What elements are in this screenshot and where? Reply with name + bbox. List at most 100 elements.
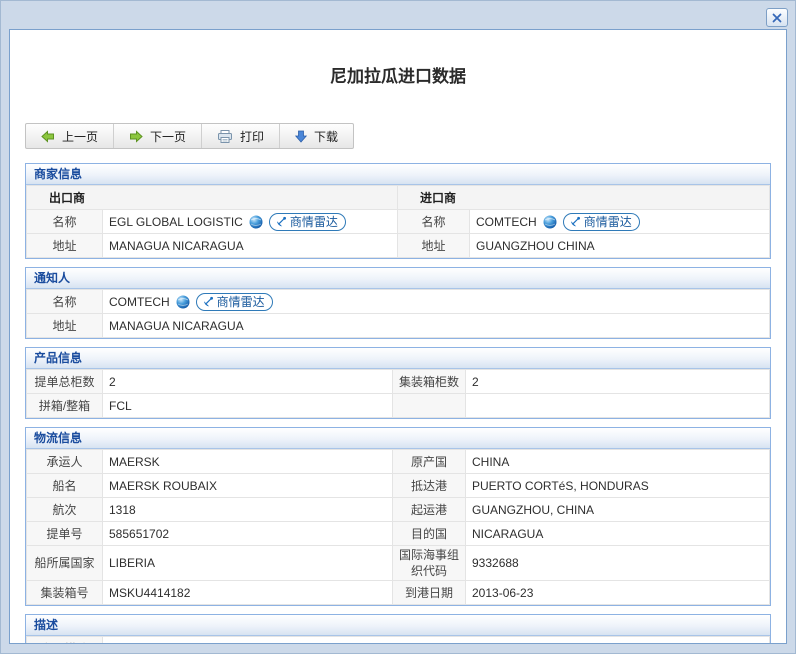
product-table: 提单总柜数 2 集装箱柜数 2 拼箱/整箱 FCL [26, 369, 770, 418]
field-label: 集装箱号 [27, 581, 103, 605]
section-logistics: 物流信息 承运人 MAERSK 原产国 CHINA 船名 MAERSK ROUB… [25, 427, 771, 606]
radar-icon [275, 216, 287, 228]
section-logistics-title: 物流信息 [26, 428, 770, 449]
exporter-radar-link[interactable]: 商情雷达 [269, 213, 346, 231]
download-arrow-icon [295, 130, 307, 143]
field-label: 提单总柜数 [27, 370, 103, 394]
notify-name-row: 名称 COMTECH [27, 290, 770, 314]
logistics-table: 承运人 MAERSK 原产国 CHINA 船名 MAERSK ROUBAIX 抵… [26, 449, 770, 605]
section-merchant-title: 商家信息 [26, 164, 770, 185]
field-label: 航次 [27, 498, 103, 522]
globe-icon[interactable] [176, 295, 190, 309]
next-page-label: 下一页 [150, 128, 186, 145]
field-value: MSKU4414182 [103, 581, 393, 605]
importer-radar-link[interactable]: 商情雷达 [563, 213, 640, 231]
table-row: 航次 1318 起运港 GUANGZHOU, CHINA [27, 498, 770, 522]
merchant-group-header-row: 出口商 进口商 [27, 186, 770, 210]
field-label: 名称 [27, 210, 103, 234]
field-label [393, 394, 466, 418]
field-value: MAERSK [103, 450, 393, 474]
field-label: 地址 [27, 314, 103, 338]
next-page-button[interactable]: 下一页 [114, 124, 202, 148]
field-label: 地址 [398, 234, 470, 258]
field-label: 起运港 [393, 498, 466, 522]
globe-icon[interactable] [543, 215, 557, 229]
field-label: 提单号 [27, 522, 103, 546]
radar-icon [569, 216, 581, 228]
field-value: MAERSK ROUBAIX [103, 474, 393, 498]
print-button[interactable]: 打印 [202, 124, 280, 148]
field-label: 抵达港 [393, 474, 466, 498]
close-button[interactable] [766, 8, 788, 27]
notify-address-row: 地址 MANAGUA NICARAGUA [27, 314, 770, 338]
section-product-title: 产品信息 [26, 348, 770, 369]
field-label: 原产国 [393, 450, 466, 474]
notify-name-value: COMTECH [109, 294, 170, 310]
radar-label: 商情雷达 [217, 294, 265, 310]
section-description: 描述 产品描述 SISTEMAS DE PODER [25, 614, 771, 644]
prev-page-label: 上一页 [62, 128, 98, 145]
right-arrow-icon [129, 130, 143, 143]
field-value: LIBERIA [103, 546, 393, 581]
prev-page-button[interactable]: 上一页 [26, 124, 114, 148]
globe-icon[interactable] [249, 215, 263, 229]
table-row: 集装箱号 MSKU4414182 到港日期 2013-06-23 [27, 581, 770, 605]
field-label: 拼箱/整箱 [27, 394, 103, 418]
notify-address-value: MANAGUA NICARAGUA [103, 314, 770, 338]
dialog-frame: 尼加拉瓜进口数据 上一页 下一页 [0, 0, 796, 654]
product-description-value: SISTEMAS DE PODER [103, 637, 770, 645]
notify-table: 名称 COMTECH [26, 289, 770, 338]
section-notify-title: 通知人 [26, 268, 770, 289]
field-label: 名称 [398, 210, 470, 234]
merchant-table: 出口商 进口商 名称 EGL GLOBAL LOGISTIC [26, 185, 770, 258]
notify-radar-link[interactable]: 商情雷达 [196, 293, 273, 311]
printer-icon [217, 129, 233, 144]
print-label: 打印 [240, 128, 264, 145]
importer-header: 进口商 [398, 186, 770, 210]
table-row: 拼箱/整箱 FCL [27, 394, 770, 418]
table-row: 提单总柜数 2 集装箱柜数 2 [27, 370, 770, 394]
section-description-title: 描述 [26, 615, 770, 636]
section-product: 产品信息 提单总柜数 2 集装箱柜数 2 拼箱/整箱 FCL [25, 347, 771, 419]
exporter-header: 出口商 [27, 186, 398, 210]
field-value: 2 [103, 370, 393, 394]
field-value: 9332688 [466, 546, 770, 581]
field-label: 地址 [27, 234, 103, 258]
table-row: 承运人 MAERSK 原产国 CHINA [27, 450, 770, 474]
page-title: 尼加拉瓜进口数据 [10, 62, 786, 87]
field-value: 585651702 [103, 522, 393, 546]
toolbar: 上一页 下一页 打印 [25, 123, 354, 149]
field-value: NICARAGUA [466, 522, 770, 546]
field-value: FCL [103, 394, 393, 418]
field-label: 目的国 [393, 522, 466, 546]
field-label: 名称 [27, 290, 103, 314]
download-button[interactable]: 下载 [280, 124, 353, 148]
merchant-name-row: 名称 EGL GLOBAL LOGISTIC [27, 210, 770, 234]
description-table: 产品描述 SISTEMAS DE PODER [26, 636, 770, 644]
field-value [466, 394, 770, 418]
table-row: 船名 MAERSK ROUBAIX 抵达港 PUERTO CORTéS, HON… [27, 474, 770, 498]
field-value: 2 [466, 370, 770, 394]
download-label: 下载 [314, 128, 338, 145]
field-label: 承运人 [27, 450, 103, 474]
radar-icon [202, 296, 214, 308]
field-label: 船名 [27, 474, 103, 498]
merchant-address-row: 地址 MANAGUA NICARAGUA 地址 GUANGZHOU CHINA [27, 234, 770, 258]
left-arrow-icon [41, 130, 55, 143]
field-label: 集装箱柜数 [393, 370, 466, 394]
table-row: 船所属国家 LIBERIA 国际海事组织代码 9332688 [27, 546, 770, 581]
close-icon [772, 13, 782, 23]
radar-label: 商情雷达 [584, 214, 632, 230]
field-value: GUANGZHOU, CHINA [466, 498, 770, 522]
field-value: CHINA [466, 450, 770, 474]
radar-label: 商情雷达 [290, 214, 338, 230]
table-row: 产品描述 SISTEMAS DE PODER [27, 637, 770, 645]
dialog-panel: 尼加拉瓜进口数据 上一页 下一页 [9, 29, 787, 644]
section-merchant: 商家信息 出口商 进口商 名称 EGL GLOBAL LOGISTIC [25, 163, 771, 259]
field-label: 国际海事组织代码 [393, 546, 466, 581]
importer-name-value: COMTECH [476, 214, 537, 230]
field-label: 产品描述 [27, 637, 103, 645]
field-label: 船所属国家 [27, 546, 103, 581]
section-notify: 通知人 名称 COMTECH [25, 267, 771, 339]
field-label: 到港日期 [393, 581, 466, 605]
